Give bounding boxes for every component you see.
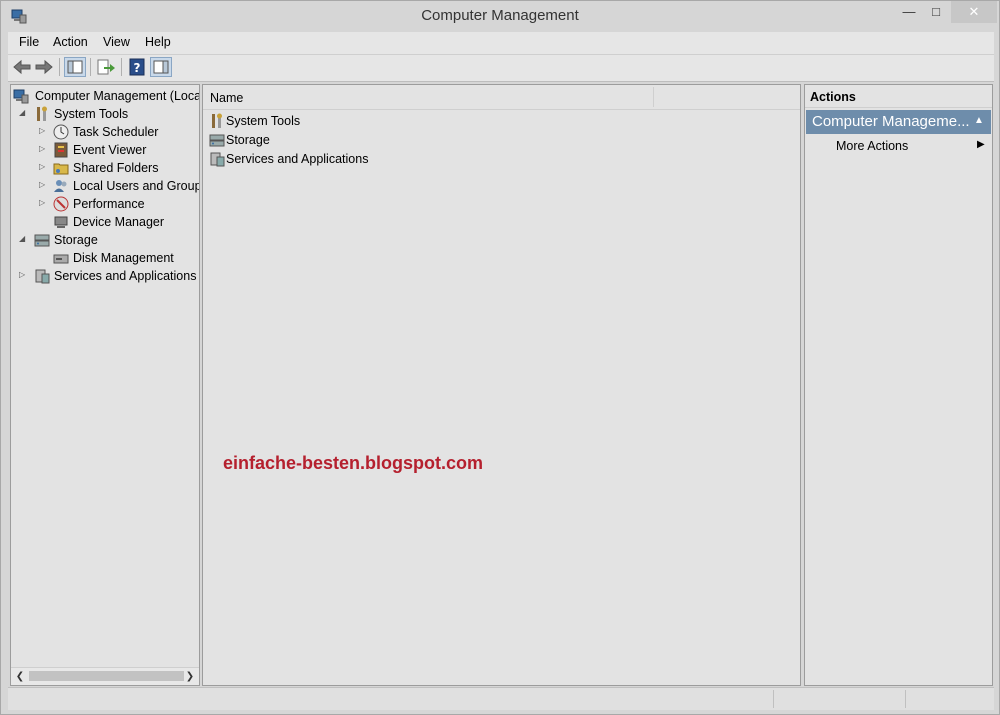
actions-section-label: Computer Manageme... [812, 113, 970, 130]
services-icon [210, 152, 225, 167]
disk-management-icon [53, 254, 69, 264]
tree-item-label: Device Manager [73, 215, 165, 229]
system-tools-icon [212, 113, 222, 128]
column-name-header[interactable]: Name [210, 91, 243, 105]
menu-bar: File Action View Help [8, 32, 994, 55]
console-tree-pane[interactable]: Computer Management (Local ◢ System Tool… [10, 84, 200, 686]
show-hide-tree-icon[interactable] [64, 57, 86, 77]
tree-item-task-scheduler[interactable]: ▷ Task Scheduler [11, 123, 199, 141]
expand-icon[interactable]: ▷ [19, 270, 29, 280]
tree-item-device-manager[interactable]: Device Manager [11, 213, 199, 231]
clock-icon [53, 124, 69, 140]
menu-help[interactable]: Help [145, 35, 171, 49]
actions-pane: Actions Computer Manageme... ▲ More Acti… [804, 84, 993, 686]
title-bar[interactable]: Computer Management — □ ✕ [1, 1, 999, 31]
svg-text:?: ? [134, 61, 141, 75]
status-cell [773, 690, 904, 708]
column-divider[interactable] [653, 87, 654, 107]
storage-icon [34, 234, 50, 247]
help-icon[interactable]: ? [126, 57, 148, 77]
users-icon [54, 180, 67, 192]
expand-icon[interactable]: ▷ [39, 126, 49, 136]
menu-action[interactable]: Action [53, 35, 88, 49]
computer-management-window: Computer Management — □ ✕ File Action Vi… [0, 0, 1000, 715]
results-pane[interactable]: Name System Tools Storage Services and A… [202, 84, 801, 686]
scroll-left-icon[interactable]: ❮ [12, 669, 28, 684]
tree-item-label: Services and Applications [54, 269, 197, 283]
toolbar-separator [59, 58, 60, 76]
tree-item-storage[interactable]: ◢ Storage [11, 231, 199, 249]
actions-section-computer-management[interactable]: Computer Manageme... ▲ [806, 110, 991, 134]
actions-divider [805, 107, 992, 108]
shared-folder-icon [53, 163, 69, 175]
maximize-button[interactable]: □ [922, 1, 950, 23]
menu-file[interactable]: File [19, 35, 39, 49]
window-title: Computer Management [421, 7, 579, 24]
list-item-label: Storage [226, 133, 270, 147]
services-icon [35, 269, 50, 284]
expand-icon[interactable]: ▷ [39, 162, 49, 172]
forward-icon[interactable] [33, 57, 55, 77]
scrollbar-thumb[interactable] [29, 671, 184, 681]
storage-icon [209, 134, 225, 147]
tree-item-label: Disk Management [73, 251, 174, 265]
device-manager-icon [54, 216, 68, 228]
event-viewer-icon [54, 142, 68, 158]
expand-icon[interactable]: ▷ [39, 144, 49, 154]
list-item-label: System Tools [226, 114, 301, 128]
toolbar: ? [8, 55, 994, 82]
collapse-icon[interactable]: ◢ [19, 108, 29, 118]
tree-item-label: Computer Management (Local [35, 89, 200, 103]
export-list-icon[interactable] [95, 57, 117, 77]
status-cell [905, 690, 994, 708]
minimize-button[interactable]: — [894, 1, 924, 23]
tree-item-label: Task Scheduler [73, 125, 159, 139]
tree-item-label: Performance [73, 197, 145, 211]
tree-item-label: Event Viewer [73, 143, 147, 157]
actions-header: Actions [810, 90, 856, 104]
tree-item-label: System Tools [54, 107, 129, 121]
tree-item-label: Storage [54, 233, 98, 247]
tree-item-performance[interactable]: ▷ Performance [11, 195, 199, 213]
tree-item-disk-management[interactable]: Disk Management [11, 249, 199, 267]
back-icon[interactable] [11, 57, 33, 77]
computer-management-icon [13, 89, 29, 104]
submenu-arrow-icon[interactable]: ▶ [977, 139, 985, 150]
tree-item-label: Local Users and Groups [73, 179, 200, 193]
tree-item-computer-management[interactable]: Computer Management (Local [13, 87, 199, 105]
expand-icon[interactable]: ▷ [39, 180, 49, 190]
toolbar-separator [90, 58, 91, 76]
tree-item-shared-folders[interactable]: ▷ Shared Folders [11, 159, 199, 177]
tree-item-system-tools[interactable]: ◢ System Tools [11, 105, 199, 123]
close-button[interactable]: ✕ [951, 1, 997, 23]
menu-view[interactable]: View [103, 35, 130, 49]
status-bar [8, 687, 994, 710]
list-item-label: Services and Applications [226, 152, 369, 166]
system-tools-icon [37, 106, 47, 121]
horizontal-scrollbar[interactable]: ❮ ❯ [11, 667, 199, 685]
tree-item-local-users-and-groups[interactable]: ▷ Local Users and Groups [11, 177, 199, 195]
collapse-icon[interactable]: ◢ [19, 234, 29, 244]
show-hide-action-pane-icon[interactable] [150, 57, 172, 77]
watermark-text: einfache-besten.blogspot.com [223, 453, 484, 473]
tree-item-label: Shared Folders [73, 161, 159, 175]
expand-icon[interactable]: ▷ [39, 198, 49, 208]
scroll-right-icon[interactable]: ❯ [182, 669, 198, 684]
collapse-up-icon[interactable]: ▲ [974, 115, 984, 126]
column-header: Name [203, 85, 800, 110]
tree-item-services-and-applications[interactable]: ▷ Services and Applications [11, 267, 199, 285]
more-actions-item[interactable]: More Actions [836, 139, 908, 153]
toolbar-separator [121, 58, 122, 76]
performance-icon [53, 196, 69, 212]
tree-item-event-viewer[interactable]: ▷ Event Viewer [11, 141, 199, 159]
